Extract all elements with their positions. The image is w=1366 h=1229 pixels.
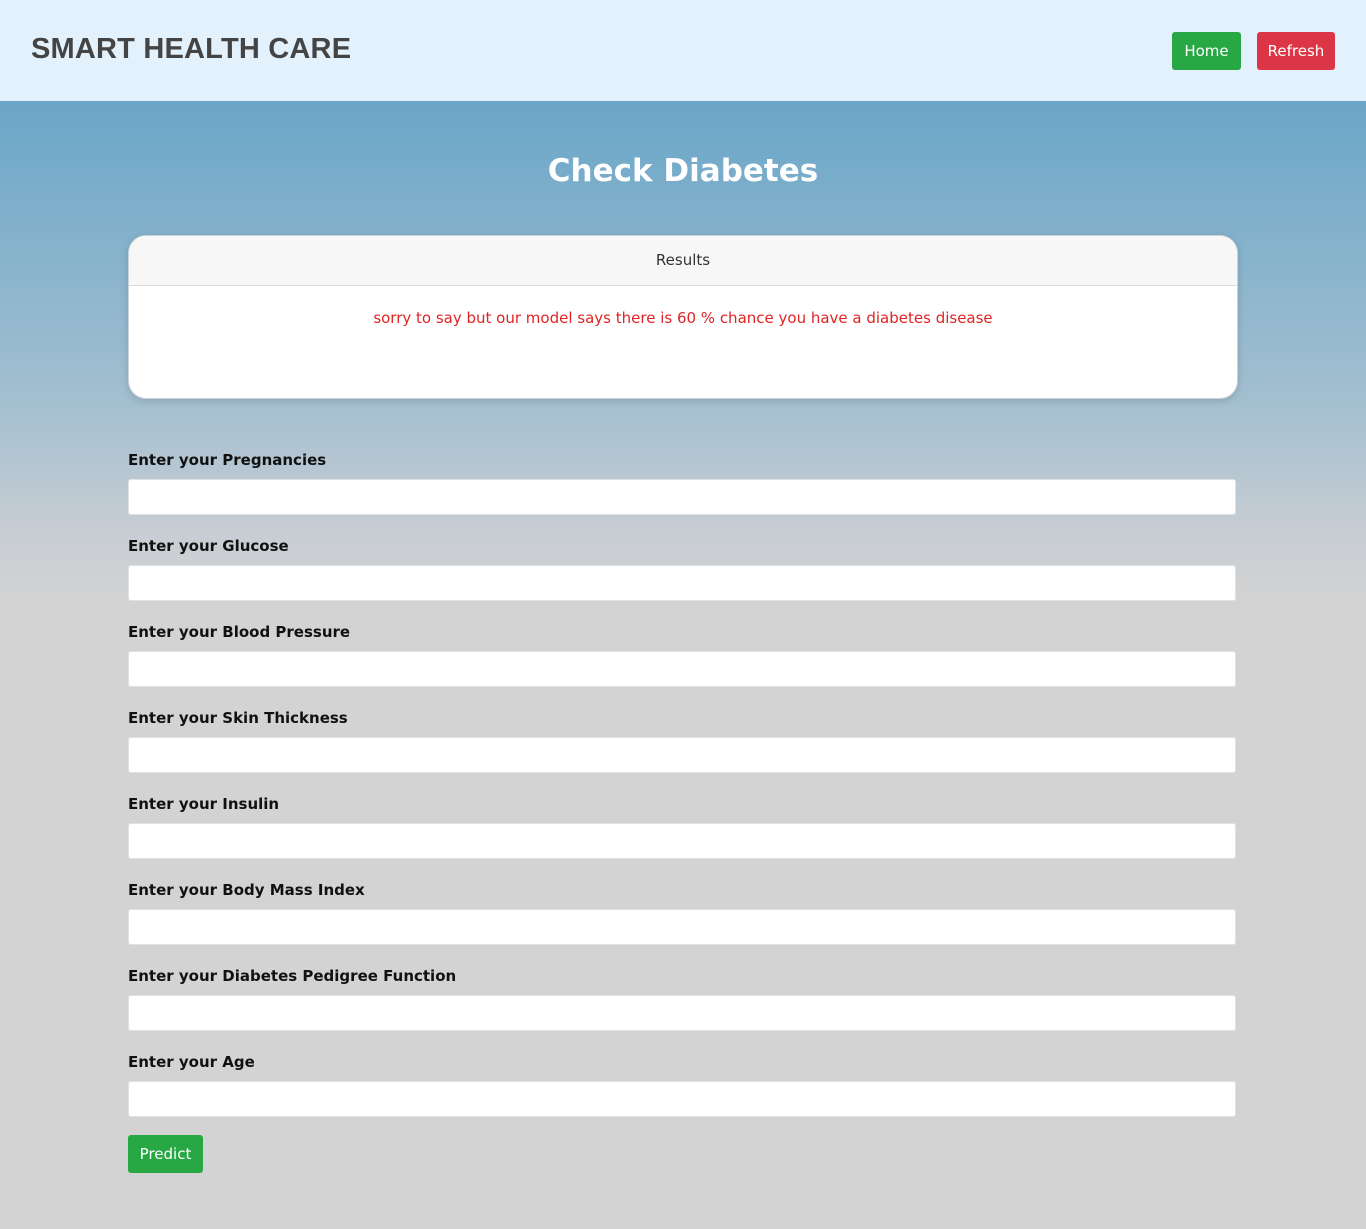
blood-pressure-input[interactable] <box>128 651 1236 687</box>
age-input[interactable] <box>128 1081 1236 1117</box>
pedigree-function-label: Enter your Diabetes Pedigree Function <box>128 967 457 985</box>
pregnancies-label: Enter your Pregnancies <box>128 451 327 469</box>
refresh-button[interactable]: Refresh <box>1257 32 1335 70</box>
glucose-label: Enter your Glucose <box>128 537 289 555</box>
navbar: SMART HEALTH CARE Home Refresh <box>0 0 1366 101</box>
age-label: Enter your Age <box>128 1053 255 1071</box>
main-content: Check Diabetes Results sorry to say but … <box>0 101 1366 1229</box>
insulin-label: Enter your Insulin <box>128 795 280 813</box>
blood-pressure-label: Enter your Blood Pressure <box>128 623 351 641</box>
page-title: Check Diabetes <box>547 153 819 189</box>
result-message: sorry to say but our model says there is… <box>373 309 993 327</box>
brand-title: SMART HEALTH CARE <box>31 33 352 65</box>
bmi-label: Enter your Body Mass Index <box>128 881 365 899</box>
results-card: Results sorry to say but our model says … <box>128 235 1238 399</box>
home-button[interactable]: Home <box>1172 32 1241 70</box>
pregnancies-input[interactable] <box>128 479 1236 515</box>
insulin-input[interactable] <box>128 823 1236 859</box>
skin-thickness-label: Enter your Skin Thickness <box>128 709 348 727</box>
pedigree-function-input[interactable] <box>128 995 1236 1031</box>
bmi-input[interactable] <box>128 909 1236 945</box>
skin-thickness-input[interactable] <box>128 737 1236 773</box>
results-card-header: Results <box>129 236 1237 286</box>
predict-button[interactable]: Predict <box>128 1135 203 1173</box>
glucose-input[interactable] <box>128 565 1236 601</box>
